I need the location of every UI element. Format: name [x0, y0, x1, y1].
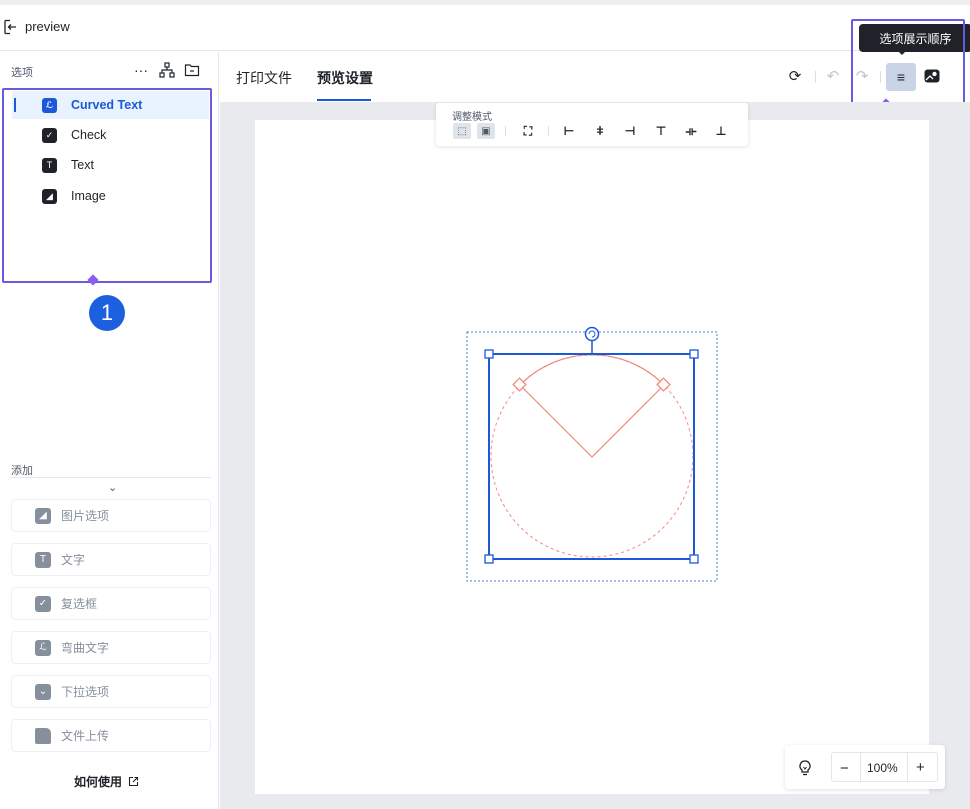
annotation-badge-1: 1: [89, 295, 125, 331]
app-header: [0, 5, 970, 51]
align-bottom-icon[interactable]: ⊥: [713, 123, 729, 139]
resize-handle-top-left[interactable]: [484, 349, 494, 359]
option-label: Curved Text: [71, 98, 143, 112]
folder-icon: [35, 727, 51, 744]
sync-icon[interactable]: ⟳: [785, 66, 805, 86]
divider: [860, 753, 861, 781]
option-item-check[interactable]: ✓ Check: [12, 121, 209, 149]
option-label: Check: [71, 128, 107, 142]
zoom-out-button[interactable]: −: [840, 760, 849, 777]
option-item-text[interactable]: T Text: [12, 151, 209, 179]
help-link[interactable]: 如何使用: [74, 773, 139, 790]
active-tab-indicator: [317, 99, 371, 101]
zoom-in-button[interactable]: +: [916, 759, 925, 776]
check-icon: ✓: [42, 127, 57, 143]
toolbar-separator: [505, 126, 506, 136]
options-section-label: 选项: [11, 67, 33, 79]
alignment-toolbar: 调整模式 ⬚ ▣ ⛶ ⊢ ǂ ⊣ ⊤ ⟛ ⊥: [436, 103, 748, 146]
collapse-chevron-icon[interactable]: ⌄: [108, 481, 117, 494]
add-dropdown-button[interactable]: ⌄ 下拉选项: [11, 675, 211, 708]
undo-icon[interactable]: ↶: [823, 66, 843, 86]
option-item-image[interactable]: ◢ Image: [12, 182, 209, 210]
options-list: ℒ Curved Text ✓ Check T Text ◢ Image: [2, 88, 212, 283]
curved-text-icon: ℒ: [35, 639, 51, 656]
add-curved-text-button[interactable]: ℒ 弯曲文字: [11, 631, 211, 664]
divider: [11, 477, 211, 478]
add-button-label: 下拉选项: [61, 685, 110, 699]
curved-text-icon: ℒ: [42, 97, 57, 113]
align-left-icon[interactable]: ⊢: [561, 123, 577, 139]
tab-preview-settings[interactable]: 预览设置: [317, 68, 373, 88]
fit-screen-icon[interactable]: ⛶: [520, 123, 536, 139]
add-file-upload-button[interactable]: 文件上传: [11, 719, 211, 752]
zoom-level: 100%: [867, 761, 898, 775]
align-right-icon[interactable]: ⊣: [622, 123, 638, 139]
adjust-mode-title: 调整模式: [452, 112, 492, 123]
option-item-curved-text[interactable]: ℒ Curved Text: [12, 91, 209, 119]
exit-icon[interactable]: [2, 19, 18, 35]
tree-structure-icon[interactable]: [159, 62, 175, 78]
checkbox-icon: ✓: [35, 595, 51, 612]
image-icon: ◢: [42, 188, 57, 204]
add-text-button[interactable]: T 文字: [11, 543, 211, 576]
add-button-label: 文字: [61, 553, 86, 567]
text-icon: T: [42, 157, 57, 173]
lightbulb-icon[interactable]: [797, 759, 813, 776]
align-middle-vertical-icon[interactable]: ⟛: [683, 123, 699, 139]
rotate-handle-icon[interactable]: [584, 326, 600, 342]
curve-arc: [519, 354, 665, 386]
page-title: preview: [25, 19, 70, 34]
add-section-label: 添加: [11, 465, 33, 477]
select-mode-icon[interactable]: ⬚: [453, 123, 471, 139]
help-link-label: 如何使用: [74, 775, 123, 789]
resize-handle-bottom-left[interactable]: [484, 554, 494, 564]
highlight-box: [851, 19, 965, 104]
add-button-label: 文件上传: [61, 729, 110, 743]
option-label: Image: [71, 189, 106, 203]
add-button-label: 复选框: [61, 597, 98, 611]
align-center-horizontal-icon[interactable]: ǂ: [592, 123, 608, 139]
resize-handle-top-right[interactable]: [689, 349, 699, 359]
tab-print-file[interactable]: 打印文件: [236, 68, 292, 88]
add-button-label: 弯曲文字: [61, 641, 110, 655]
image-icon: ◢: [35, 507, 51, 524]
more-icon[interactable]: ···: [133, 62, 149, 78]
toolbar-separator: [548, 126, 549, 136]
curve-angle-lines: [519, 384, 665, 458]
add-button-label: 图片选项: [61, 509, 110, 523]
toolbar-separator: [815, 71, 816, 83]
curved-text-element[interactable]: [460, 322, 725, 587]
option-label: Text: [71, 158, 94, 172]
resize-handle-bottom-right[interactable]: [689, 554, 699, 564]
add-image-option-button[interactable]: ◢ 图片选项: [11, 499, 211, 532]
new-folder-icon[interactable]: [184, 62, 200, 78]
external-link-icon: [128, 776, 139, 787]
divider: [907, 753, 908, 781]
resize-mode-icon[interactable]: ▣: [477, 123, 495, 139]
dropdown-icon: ⌄: [35, 683, 51, 700]
text-icon: T: [35, 551, 51, 568]
align-top-icon[interactable]: ⊤: [653, 123, 669, 139]
add-checkbox-button[interactable]: ✓ 复选框: [11, 587, 211, 620]
